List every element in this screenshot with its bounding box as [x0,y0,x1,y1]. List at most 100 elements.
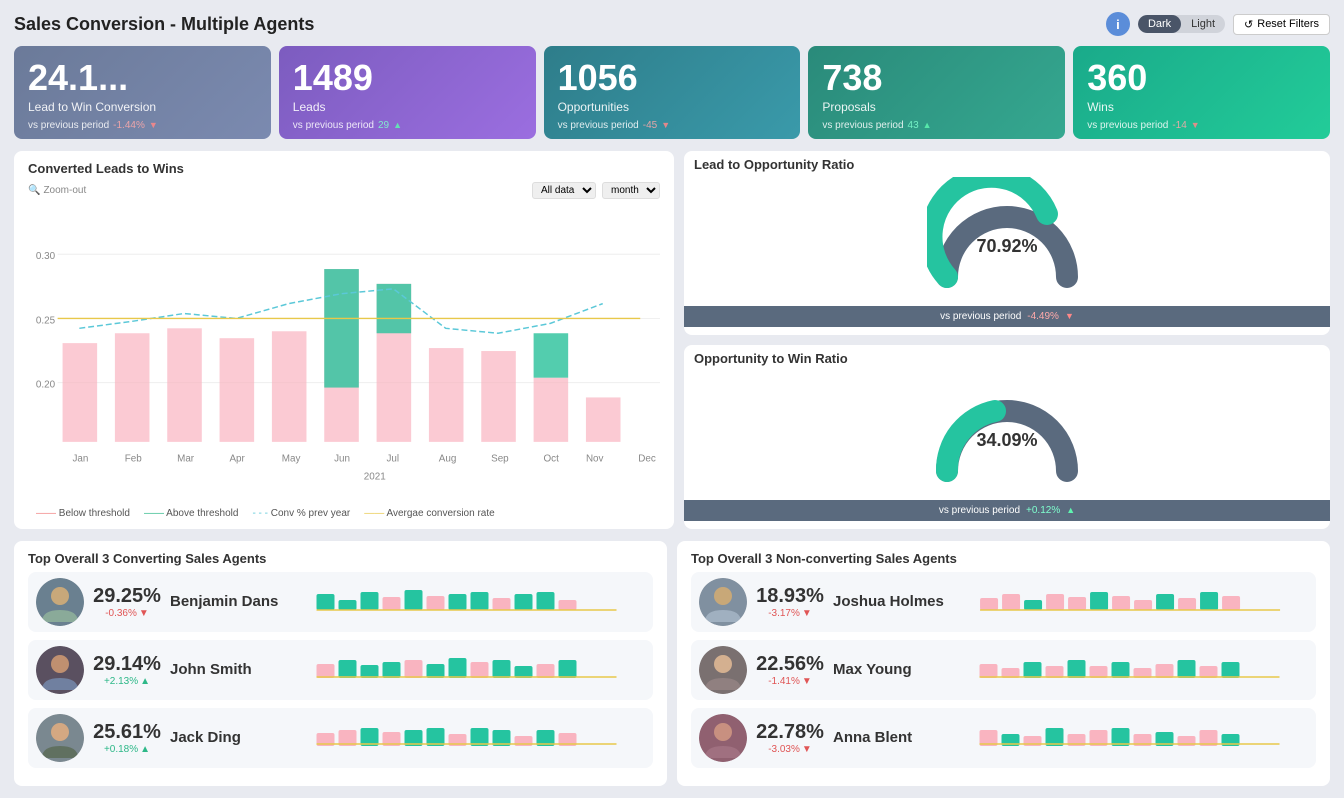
non-agent-name-2: Anna Blent [833,729,943,746]
legend-avg-rate: —— Avergae conversion rate [364,508,494,519]
top-non-converting-title: Top Overall 3 Non-converting Sales Agent… [691,551,1316,566]
svg-text:Dec: Dec [638,453,656,464]
gauge-vs-label: vs previous period [939,505,1020,516]
agent-badge-0: 29.25% -0.36% ▼ [92,585,162,619]
gauge-delta: -4.49% [1027,311,1059,322]
svg-text:0.25: 0.25 [36,315,56,326]
theme-dark[interactable]: Dark [1138,15,1181,33]
theme-light[interactable]: Light [1181,15,1225,33]
gauge-delta: +0.12% [1026,505,1060,516]
theme-toggle[interactable]: Dark Light [1138,15,1225,33]
kpi-label: Leads [293,100,522,114]
gauge-footer-1: vs previous period -4.49% ▼ [684,306,1330,327]
kpi-value: 738 [822,58,1051,98]
agent-delta-0: -0.36% ▼ [105,608,149,619]
page-title: Sales Conversion - Multiple Agents [14,14,314,35]
donut-wrap-2: 34.09% [927,376,1087,496]
non-agent-row-0: 18.93% -3.17% ▼ Joshua Holmes [691,572,1316,632]
kpi-vs-label: vs previous period [822,120,903,131]
kpi-vs-label: vs previous period [28,120,109,131]
top-converting-panel: Top Overall 3 Converting Sales Agents 29… [14,541,667,786]
kpi-footer: vs previous period 43 ▲ [822,120,1051,131]
gauge-vs-label: vs previous period [940,311,1021,322]
kpi-delta: -14 [1172,120,1186,131]
non-agent-pct-2: 22.78% [756,721,824,744]
dashboard: Sales Conversion - Multiple Agents i Dar… [0,0,1344,798]
non-agent-arrow-2: ▼ [802,744,812,755]
gauge-arrow: ▲ [1066,505,1075,515]
gauge-panels: Lead to Opportunity Ratio 70.92% vs prev… [684,151,1330,529]
lead-opportunity-panel: Lead to Opportunity Ratio 70.92% vs prev… [684,151,1330,335]
chart-toolbar: 🔍 Zoom-out All data month [28,182,660,199]
chart-legend: —— Below threshold —— Above threshold - … [28,508,660,519]
non-agent-arrow-0: ▼ [802,608,812,619]
non-agent-row-2: 22.78% -3.03% ▼ Anna Blent [691,708,1316,768]
converted-leads-chart: 0.30 0.25 0.20 [28,203,660,503]
kpi-footer: vs previous period -14 ▼ [1087,120,1316,131]
reset-icon: ↺ [1244,18,1253,31]
svg-text:Aug: Aug [439,453,457,464]
kpi-arrow: ▼ [661,120,670,130]
kpi-card-wins: 360 Wins vs previous period -14 ▼ [1073,46,1330,139]
non-agent-avatar-1 [699,646,747,694]
non-agent-sparkline-0 [952,582,1308,622]
non-agent-row-1: 22.56% -1.41% ▼ Max Young [691,640,1316,700]
kpi-card-proposals: 738 Proposals vs previous period 43 ▲ [808,46,1065,139]
svg-text:0.20: 0.20 [36,379,56,390]
svg-text:Apr: Apr [229,453,245,464]
non-agent-badge-2: 22.78% -3.03% ▼ [755,721,825,755]
non-agent-avatar-2 [699,714,747,762]
kpi-card-leads: 1489 Leads vs previous period 29 ▲ [279,46,536,139]
svg-text:Oct: Oct [543,453,559,464]
agent-name-2: Jack Ding [170,729,280,746]
reset-filters-button[interactable]: ↺ Reset Filters [1233,14,1330,35]
info-button[interactable]: i [1106,12,1130,36]
header: Sales Conversion - Multiple Agents i Dar… [14,12,1330,36]
kpi-value: 24.1... [28,58,257,98]
gauge-footer-2: vs previous period +0.12% ▲ [684,500,1330,521]
kpi-label: Opportunities [558,100,787,114]
donut-wrap-1: 70.92% [927,182,1087,302]
agent-badge-2: 25.61% +0.18% ▲ [92,721,162,755]
non-agent-delta-val-1: -1.41% [768,676,800,687]
chart-controls: All data month [532,182,660,199]
top-non-converting-panel: Top Overall 3 Non-converting Sales Agent… [677,541,1330,786]
non-agent-delta-0: -3.17% ▼ [768,608,812,619]
kpi-arrow: ▲ [923,120,932,130]
kpi-card-lead-to-win: 24.1... Lead to Win Conversion vs previo… [14,46,271,139]
kpi-footer: vs previous period -1.44% ▼ [28,120,257,131]
non-agent-avatar-0 [699,578,747,626]
opportunity-win-title: Opportunity to Win Ratio [684,345,1330,368]
agent-avatar-1 [36,646,84,694]
agent-badge-1: 29.14% +2.13% ▲ [92,653,162,687]
kpi-label: Wins [1087,100,1316,114]
svg-text:Jul: Jul [386,453,399,464]
zoom-out-button[interactable]: 🔍 Zoom-out [28,185,86,196]
non-agent-pct-0: 18.93% [756,585,824,608]
svg-text:Jan: Jan [72,453,88,464]
agent-pct-0: 29.25% [93,585,161,608]
gauge-body-2: 34.09% [684,368,1330,500]
svg-text:Sep: Sep [491,453,509,464]
svg-text:Mar: Mar [177,453,195,464]
kpi-vs-label: vs previous period [293,120,374,131]
non-agent-delta-val-2: -3.03% [768,744,800,755]
kpi-value: 1056 [558,58,787,98]
agent-pct-2: 25.61% [93,721,161,744]
kpi-row: 24.1... Lead to Win Conversion vs previo… [14,46,1330,139]
non-agent-name-0: Joshua Holmes [833,593,944,610]
top-converting-title: Top Overall 3 Converting Sales Agents [28,551,653,566]
agent-row-0: 29.25% -0.36% ▼ Benjamin Dans [28,572,653,632]
svg-text:Feb: Feb [125,453,143,464]
donut-label-2: 34.09% [976,430,1037,451]
kpi-delta: -45 [643,120,657,131]
all-data-select[interactable]: All data [532,182,596,199]
agent-sparkline-0 [288,582,645,622]
legend-above: —— Above threshold [144,508,239,519]
reset-label: Reset Filters [1257,18,1319,30]
converted-leads-title: Converted Leads to Wins [28,161,660,176]
chart-svg-wrap: 0.30 0.25 0.20 [28,203,660,506]
month-select[interactable]: month [602,182,660,199]
kpi-value: 1489 [293,58,522,98]
legend-below: —— Below threshold [36,508,130,519]
